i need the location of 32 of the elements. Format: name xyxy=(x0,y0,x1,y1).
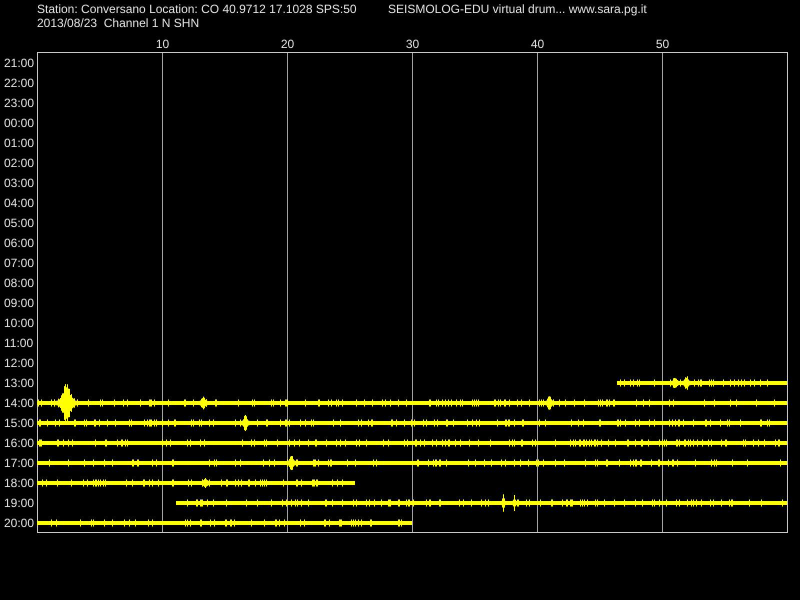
minute-label: 40 xyxy=(530,37,544,51)
hour-label: 11:00 xyxy=(4,336,34,350)
hour-label: 22:00 xyxy=(4,76,34,90)
minute-label: 20 xyxy=(280,37,294,51)
hour-label: 07:00 xyxy=(4,256,34,270)
hour-label: 13:00 xyxy=(4,376,34,390)
hour-label: 05:00 xyxy=(4,216,34,230)
minute-label: 10 xyxy=(156,37,170,51)
app-title: SEISMOLOG-EDU virtual drum... www.sara.pg.it xyxy=(388,2,647,16)
minute-label: 50 xyxy=(656,37,670,51)
hour-label: 03:00 xyxy=(4,176,34,190)
hour-label: 02:00 xyxy=(4,156,34,170)
hour-label: 20:00 xyxy=(4,516,34,530)
hour-label: 12:00 xyxy=(4,356,34,370)
hour-label: 18:00 xyxy=(4,476,34,490)
hour-label: 04:00 xyxy=(4,196,34,210)
hour-label: 14:00 xyxy=(4,396,34,410)
hour-label: 17:00 xyxy=(4,456,34,470)
station-info: Station: Conversano Location: CO 40.9712 17.1028 SPS:50 xyxy=(37,2,357,16)
hour-label: 23:00 xyxy=(4,96,34,110)
hour-label: 10:00 xyxy=(4,316,34,330)
hour-label: 16:00 xyxy=(4,436,34,450)
minute-label: 30 xyxy=(406,37,420,51)
hour-label: 00:00 xyxy=(4,116,34,130)
hour-label: 06:00 xyxy=(4,236,34,250)
hour-label: 09:00 xyxy=(4,296,34,310)
hour-label: 08:00 xyxy=(4,276,34,290)
hour-label: 19:00 xyxy=(4,496,34,510)
date-channel-info: 2013/08/23 Channel 1 N SHN xyxy=(37,16,200,30)
hour-label: 01:00 xyxy=(4,136,34,150)
hour-label: 15:00 xyxy=(4,416,34,430)
hour-label: 21:00 xyxy=(4,56,34,70)
